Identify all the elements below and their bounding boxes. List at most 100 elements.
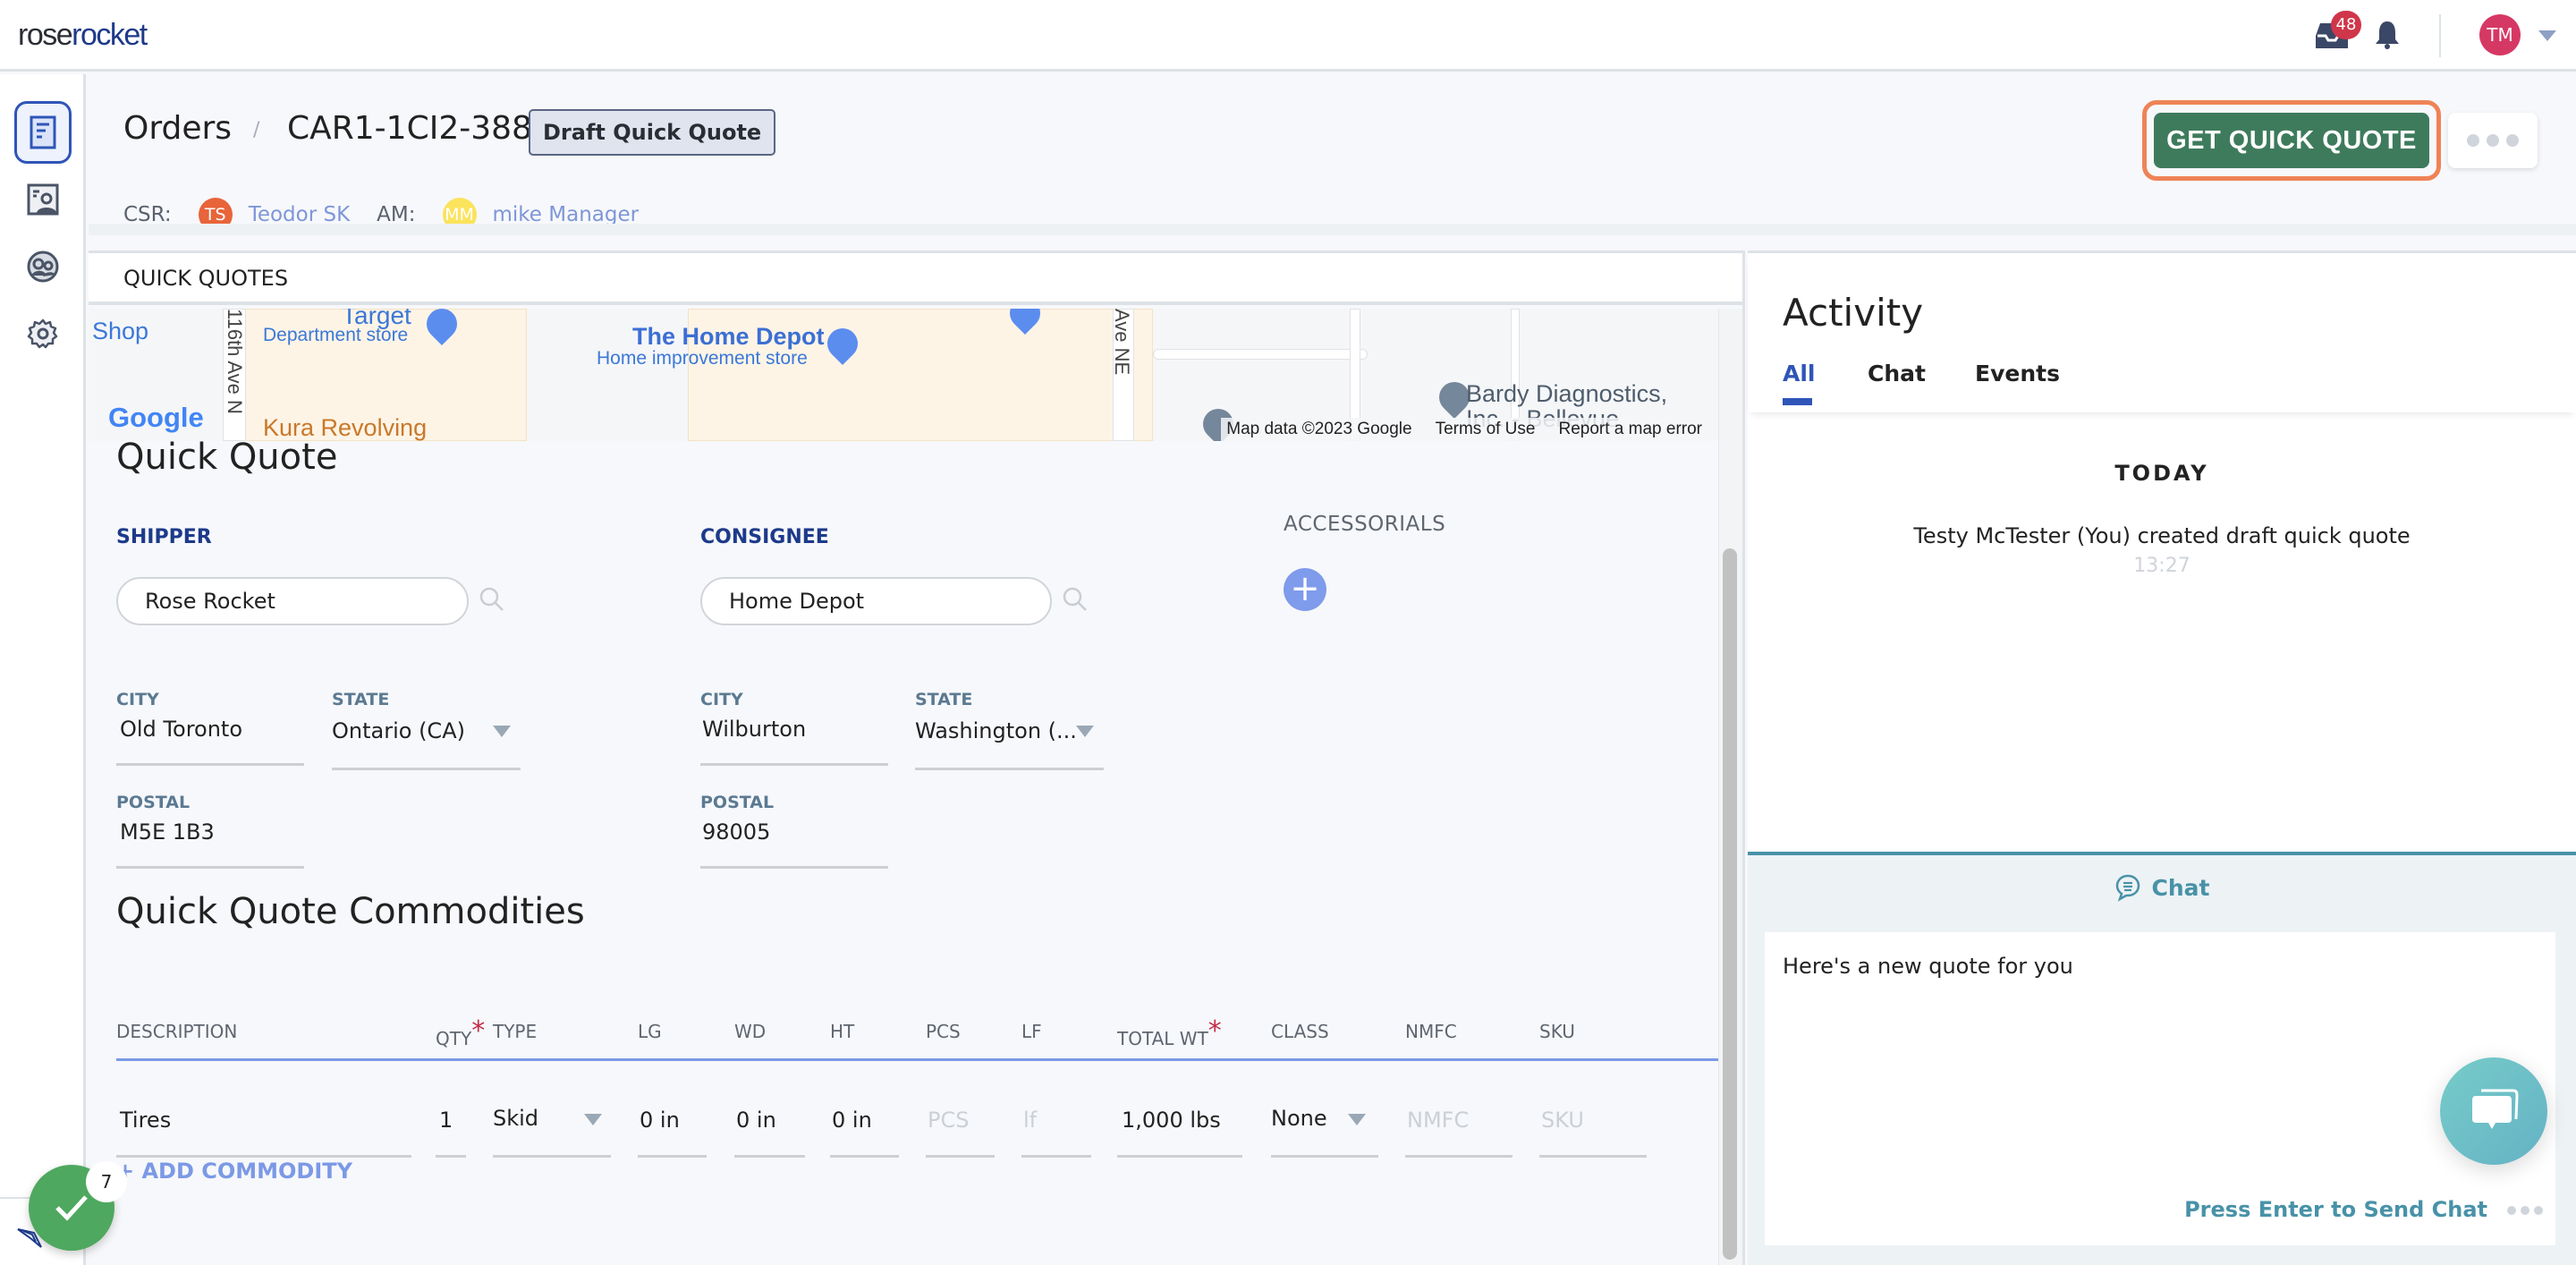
shipper-label: SHIPPER xyxy=(116,526,212,548)
nav-orders[interactable] xyxy=(14,101,72,164)
chevron-down-icon[interactable] xyxy=(584,1114,602,1125)
field-underline xyxy=(1405,1155,1513,1158)
field-underline xyxy=(436,1155,466,1158)
send-chat-hint[interactable]: Press Enter to Send Chat xyxy=(2184,1197,2487,1222)
users-icon xyxy=(27,250,59,283)
description-field[interactable]: Tires xyxy=(120,1108,171,1133)
shipper-city-field[interactable]: Old Toronto xyxy=(120,717,242,742)
dot-icon xyxy=(2507,1206,2516,1215)
ht-field[interactable]: 0 in xyxy=(832,1108,872,1133)
consignee-search-icon[interactable] xyxy=(1062,586,1089,613)
shipper-postal-field[interactable]: M5E 1B3 xyxy=(120,819,215,845)
nav-contacts[interactable] xyxy=(14,168,72,231)
roserocket-logo[interactable]: roserocket xyxy=(18,18,148,53)
chat-panel: Chat Here's a new quote for you Press En… xyxy=(1748,852,2576,1265)
quick-quote-panel: QUICK QUOTES Shop Target Department stor… xyxy=(89,250,1745,1265)
dot-icon xyxy=(2487,134,2499,147)
checkmark-icon xyxy=(55,1195,88,1221)
user-avatar[interactable]: TM xyxy=(2479,14,2521,55)
nav-customers[interactable] xyxy=(14,235,72,298)
quick-quote-title: Quick Quote xyxy=(116,437,338,478)
dot-icon xyxy=(2534,1206,2543,1215)
add-accessorial-button[interactable]: + xyxy=(1284,568,1326,611)
activity-tab-chat[interactable]: Chat xyxy=(1868,361,1926,386)
day-separator: TODAY xyxy=(2114,461,2209,486)
chevron-down-icon[interactable] xyxy=(1076,726,1094,737)
chat-input[interactable]: Here's a new quote for you Press Enter t… xyxy=(1765,932,2555,1245)
col-type: TYPE xyxy=(493,1021,538,1042)
shipper-input[interactable]: Rose Rocket xyxy=(116,577,469,625)
activity-event-time: 13:27 xyxy=(2133,555,2190,577)
shipper-postal-label: POSTAL xyxy=(116,793,191,812)
field-underline xyxy=(116,866,304,869)
col-wd: WD xyxy=(734,1021,767,1042)
chevron-down-icon[interactable] xyxy=(493,726,511,737)
map-label-target-sub: Department store xyxy=(263,325,409,345)
dot-icon xyxy=(2467,134,2479,147)
consignee-postal-label: POSTAL xyxy=(700,793,775,812)
nav-settings[interactable] xyxy=(14,302,72,365)
chat-title: Chat xyxy=(2151,874,2210,901)
breadcrumb-orders[interactable]: Orders xyxy=(123,110,232,147)
status-badge: Draft Quick Quote xyxy=(529,109,776,156)
active-tab-indicator xyxy=(1783,398,1812,405)
chat-options-button[interactable] xyxy=(2507,1206,2543,1215)
messages-icon xyxy=(2472,1089,2519,1129)
field-underline xyxy=(915,768,1104,770)
map-report-link[interactable]: Report a map error xyxy=(1558,418,1702,441)
field-underline xyxy=(116,1155,411,1158)
field-underline xyxy=(1117,1155,1242,1158)
accessorials-label: ACCESSORIALS xyxy=(1284,513,1446,536)
qty-field[interactable]: 1 xyxy=(439,1108,453,1133)
chevron-down-icon[interactable] xyxy=(1348,1114,1366,1125)
sku-field[interactable]: SKU xyxy=(1541,1108,1584,1133)
map-road xyxy=(1153,349,1368,360)
field-underline xyxy=(830,1155,899,1158)
field-underline xyxy=(926,1155,995,1158)
support-chat-button[interactable] xyxy=(2440,1057,2547,1165)
shipper-search-icon[interactable] xyxy=(479,586,505,613)
activity-title: Activity xyxy=(1783,291,1924,335)
total-weight-field[interactable]: 1,000 lbs xyxy=(1122,1108,1221,1133)
field-underline xyxy=(1539,1155,1647,1158)
consignee-input[interactable]: Home Depot xyxy=(700,577,1052,625)
contact-card-icon xyxy=(27,183,59,216)
route-map[interactable]: Shop Target Department store The Home De… xyxy=(89,309,1718,441)
tab-quick-quotes[interactable]: QUICK QUOTES xyxy=(123,266,288,291)
scrollbar-thumb[interactable] xyxy=(1723,548,1737,1260)
user-menu-caret-icon[interactable] xyxy=(2538,30,2556,41)
table-header-divider xyxy=(116,1058,1718,1061)
get-quick-quote-button[interactable]: GET QUICK QUOTE xyxy=(2154,113,2429,168)
field-underline xyxy=(734,1155,805,1158)
map-label-bardy: Bardy Diagnostics, xyxy=(1466,380,1668,407)
col-pcs: PCS xyxy=(926,1021,961,1042)
activity-tab-events[interactable]: Events xyxy=(1975,361,2060,386)
consignee-postal-field[interactable]: 98005 xyxy=(702,819,770,845)
rocket-icon[interactable] xyxy=(16,1222,47,1249)
chat-message-text: Here's a new quote for you xyxy=(1783,954,2073,979)
required-mark: * xyxy=(471,1015,486,1047)
add-commodity-link[interactable]: + ADD COMMODITY xyxy=(116,1159,352,1184)
bell-icon[interactable] xyxy=(2374,20,2401,50)
lg-field[interactable]: 0 in xyxy=(640,1108,680,1133)
consignee-state-select[interactable]: Washington (... xyxy=(915,718,1077,743)
chat-header: Chat xyxy=(1748,873,2576,902)
col-description: DESCRIPTION xyxy=(116,1021,238,1042)
map-terms-link[interactable]: Terms of Use xyxy=(1436,418,1536,441)
type-select[interactable]: Skid xyxy=(493,1106,538,1131)
wd-field[interactable]: 0 in xyxy=(736,1108,776,1133)
map-street-label: Ave NE xyxy=(1111,309,1133,376)
field-underline xyxy=(1271,1155,1378,1158)
more-actions-button[interactable] xyxy=(2448,113,2538,168)
pcs-field[interactable]: PCS xyxy=(928,1108,969,1133)
class-select[interactable]: None xyxy=(1271,1106,1327,1131)
activity-tab-all[interactable]: All xyxy=(1783,361,1816,386)
shipper-state-select[interactable]: Ontario (CA) xyxy=(332,718,465,743)
consignee-city-field[interactable]: Wilburton xyxy=(702,717,806,742)
lf-field[interactable]: lf xyxy=(1023,1108,1037,1133)
required-mark: * xyxy=(1208,1015,1222,1047)
nmfc-field[interactable]: NMFC xyxy=(1407,1108,1469,1133)
map-footer: Map data ©2023 Google Terms of Use Repor… xyxy=(1221,418,1707,441)
col-total-wt: TOTAL WT* xyxy=(1117,1015,1222,1049)
col-lf: LF xyxy=(1021,1021,1042,1042)
